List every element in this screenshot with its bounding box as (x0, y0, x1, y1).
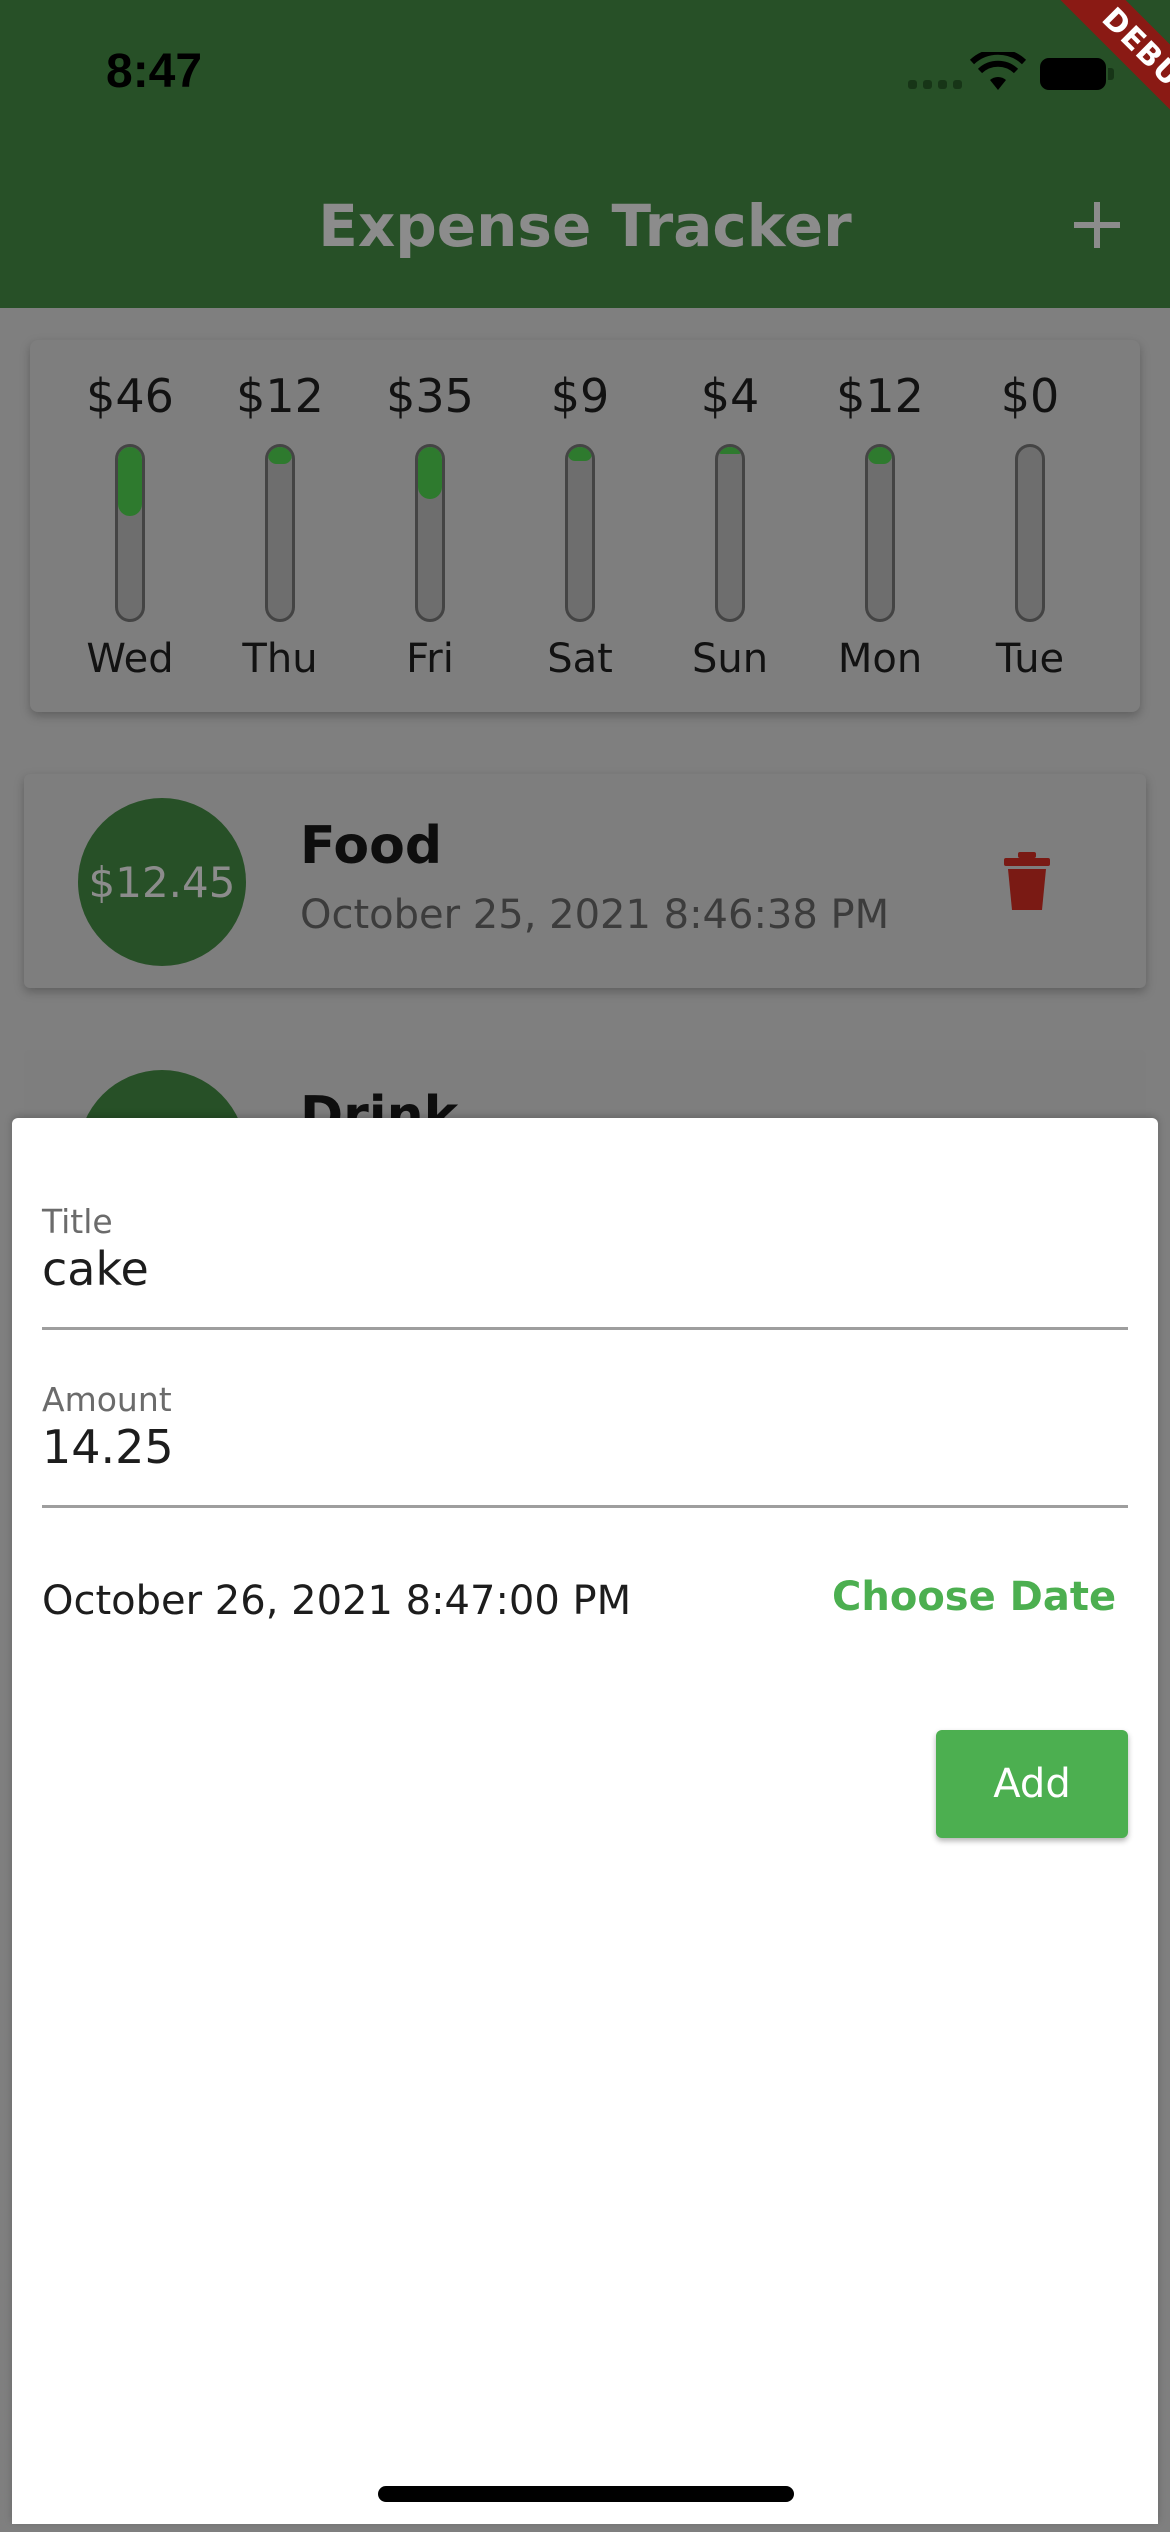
chart-bar (565, 444, 595, 622)
chart-day-label: Fri (406, 636, 454, 682)
chart-day-0: $46 Wed (55, 368, 205, 682)
amount-field-value[interactable]: 14.25 (42, 1420, 174, 1474)
amount-avatar: $12.45 (78, 798, 246, 966)
chart-amount: $9 (550, 369, 610, 423)
chart-day-4: $4 Sun (655, 368, 805, 682)
chart-day-1: $12 Thu (205, 368, 355, 682)
choose-date-button[interactable]: Choose Date (832, 1574, 1116, 1620)
chart-bar-fill (718, 447, 742, 454)
title-field-value[interactable]: cake (42, 1242, 149, 1296)
chart-day-2: $35 Fri (355, 368, 505, 682)
chart-day-label: Wed (86, 636, 174, 682)
chart-day-3: $9 Sat (505, 368, 655, 682)
chart-bar (115, 444, 145, 622)
chart-bar (415, 444, 445, 622)
chart-bar-fill (268, 447, 292, 465)
chart-bar-fill (418, 447, 442, 499)
transaction-date: October 25, 2021 8:46:38 PM (300, 892, 890, 938)
chart-amount: $0 (1000, 369, 1060, 423)
plus-icon[interactable] (1072, 200, 1122, 250)
title-field[interactable]: Title cake (42, 1190, 1128, 1330)
chart-amount: $35 (386, 369, 474, 423)
chart-amount: $12 (836, 369, 924, 423)
chart-day-6: $0 Tue (955, 368, 1105, 682)
chart-bar-fill (118, 447, 142, 516)
home-indicator (378, 2486, 794, 2502)
app-bar: 8:47 DEBUG Expense Tracker (0, 0, 1170, 308)
chart-amount: $4 (700, 369, 760, 423)
chart-day-label: Sun (691, 636, 769, 682)
chosen-date: October 26, 2021 8:47:00 PM (42, 1578, 632, 1624)
chart-bar (1015, 444, 1045, 622)
chart-amount: $12 (236, 369, 324, 423)
trash-icon[interactable] (1004, 852, 1050, 910)
chart-bar (715, 444, 745, 622)
amount-field-label: Amount (42, 1380, 172, 1419)
weekly-chart: $46 Wed $12 Thu $35 Fri $9 Sat $4 Sun $12 Mon $0 Tue (30, 340, 1140, 712)
chart-day-label: Tue (995, 636, 1065, 682)
chart-bar-fill (868, 447, 892, 465)
transaction-item: $12.45 Food October 25, 2021 8:46:38 PM (24, 774, 1146, 988)
add-button[interactable]: Add (936, 1730, 1128, 1838)
title-field-label: Title (42, 1202, 113, 1241)
amount-field[interactable]: Amount 14.25 (42, 1368, 1128, 1508)
debug-banner: DEBUG (1010, 0, 1170, 160)
chart-bar-fill (568, 447, 592, 461)
new-transaction-sheet: Title cake Amount 14.25 October 26, 2021… (12, 1118, 1158, 2524)
chart-day-5: $12 Mon (805, 368, 955, 682)
chart-bar (865, 444, 895, 622)
chart-amount: $46 (86, 369, 174, 423)
chart-day-label: Thu (242, 636, 318, 682)
chart-bar (265, 444, 295, 622)
page-title: Expense Tracker (318, 192, 852, 260)
cellular-signal-icon (908, 80, 962, 89)
status-time: 8:47 (106, 45, 203, 98)
chart-day-label: Mon (837, 636, 923, 682)
chart-day-label: Sat (547, 636, 613, 682)
transaction-title: Food (300, 816, 443, 876)
